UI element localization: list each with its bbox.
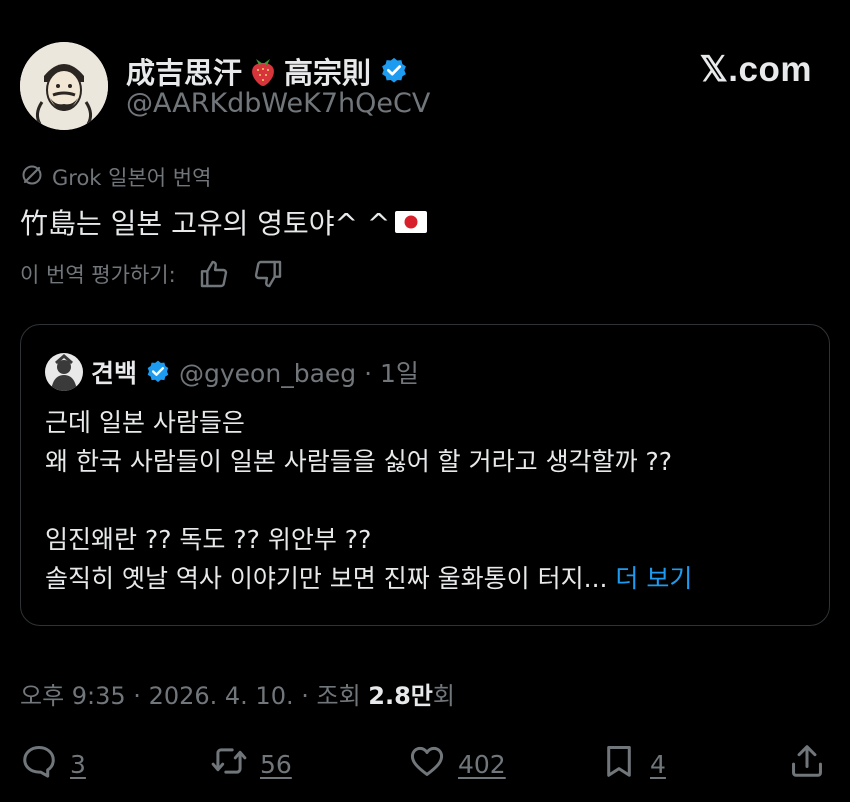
- bookmark-count: 4: [650, 749, 666, 779]
- x-logo: 𝕏.com: [699, 50, 812, 89]
- tweet-text-body: 竹島는 일본 고유의 영토야^ ^: [20, 207, 391, 240]
- repost-button[interactable]: 56: [210, 742, 292, 786]
- bookmark-icon: [600, 742, 638, 786]
- author-name-text: 成吉思汗: [126, 56, 243, 90]
- grok-translation-label: Grok 일본어 번역: [20, 162, 211, 192]
- author-handle[interactable]: @AARKdbWeK7hQeCV: [126, 88, 430, 119]
- quote-line-text: 솔직히 옛날 역사 이야기만 보면 진짜 울화통이 터지...: [45, 564, 608, 593]
- grok-icon: [20, 163, 44, 192]
- quoted-author-handle[interactable]: @gyeon_baeg · 1일: [179, 354, 419, 390]
- reply-count: 3: [70, 749, 86, 779]
- rate-translation-row: 이 번역 평가하기:: [20, 258, 284, 290]
- quoted-post-header: 견백 @gyeon_baeg · 1일: [45, 353, 419, 391]
- quoted-author-name[interactable]: 견백: [91, 354, 137, 390]
- view-count: 2.8만: [368, 682, 433, 710]
- quote-line: 근데 일본 사람들은: [45, 408, 245, 437]
- action-bar: 3 56 402 4: [20, 742, 830, 790]
- quoted-author-avatar[interactable]: [45, 353, 83, 391]
- repost-icon: [210, 742, 248, 786]
- verified-icon: [145, 359, 171, 385]
- post-timestamp[interactable]: 오후 9:35 · 2026. 4. 10. · 조회: [20, 682, 368, 710]
- author-name[interactable]: 成吉思汗 高宗則: [126, 50, 409, 92]
- verified-icon: [379, 56, 409, 86]
- like-icon: [408, 742, 446, 786]
- show-more-link[interactable]: 더 보기: [607, 564, 692, 593]
- reply-icon: [20, 742, 58, 786]
- like-count: 402: [458, 749, 506, 779]
- author-name-suffix: 高宗則: [284, 56, 372, 90]
- quoted-post-text: 근데 일본 사람들은 왜 한국 사람들이 일본 사람들을 싫어 할 거라고 생각…: [45, 403, 692, 598]
- reply-button[interactable]: 3: [20, 742, 86, 786]
- repost-count: 56: [260, 749, 292, 779]
- share-button[interactable]: [788, 742, 826, 786]
- quoted-post-card[interactable]: 견백 @gyeon_baeg · 1일 근데 일본 사람들은 왜 한국 사람들이…: [20, 324, 830, 626]
- quote-line: 왜 한국 사람들이 일본 사람들을 싫어 할 거라고 생각할까 ??: [45, 447, 673, 476]
- bookmark-button[interactable]: 4: [600, 742, 666, 786]
- translation-label-text: Grok 일본어 번역: [52, 166, 212, 190]
- share-icon: [788, 742, 826, 786]
- tweet-screenshot: 成吉思汗 高宗則 @AARKdbWeK7hQeCV 𝕏.com Grok 일본어…: [0, 0, 850, 802]
- view-count-suffix: 회: [432, 682, 455, 710]
- thumbs-down-icon[interactable]: [252, 258, 284, 290]
- tweet-text: 竹島는 일본 고유의 영토야^ ^: [20, 202, 428, 242]
- rate-translation-label: 이 번역 평가하기:: [20, 263, 176, 287]
- quote-line: 솔직히 옛날 역사 이야기만 보면 진짜 울화통이 터지... 더 보기: [45, 559, 692, 598]
- post-meta: 오후 9:35 · 2026. 4. 10. · 조회 2.8만회: [20, 676, 455, 711]
- author-avatar[interactable]: [20, 42, 108, 130]
- thumbs-up-icon[interactable]: [198, 258, 230, 290]
- like-button[interactable]: 402: [408, 742, 506, 786]
- japan-flag-icon: [394, 209, 428, 235]
- strawberry-icon: [248, 55, 278, 87]
- quote-line: 임진왜란 ?? 독도 ?? 위안부 ??: [45, 525, 372, 554]
